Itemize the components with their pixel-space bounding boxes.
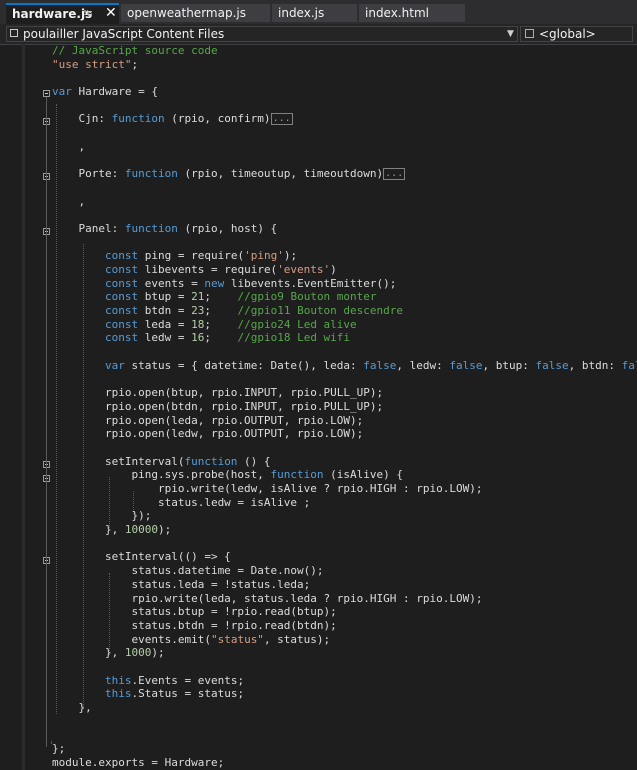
tab-label: index.html xyxy=(365,6,429,20)
code-line: setInterval(() => { xyxy=(52,550,231,564)
code-text: // JavaScript source code "use strict"; v… xyxy=(52,44,637,769)
code-line: const btdn = 23; //gpio11 Bouton descend… xyxy=(104,304,404,318)
code-line: status.leda = !status.leda; xyxy=(52,577,311,591)
code-line: }; xyxy=(52,742,66,756)
code-line: module.exports = Hardware; xyxy=(52,755,225,769)
code-line: status.btup = !rpio.read(btup); xyxy=(52,605,337,619)
code-line: var status = { datetime: Date(), leda: f… xyxy=(104,358,637,372)
tab-openweathermap-js[interactable]: openweathermap.js xyxy=(121,4,270,22)
chevron-down-icon[interactable]: ▼ xyxy=(507,27,514,41)
code-editor[interactable]: // JavaScript source code "use strict"; v… xyxy=(0,44,637,770)
code-line: rpio.write(ledw, isAlive ? rpio.HIGH : r… xyxy=(52,482,483,495)
code-line: , xyxy=(52,194,86,208)
code-line: this.Status = status; xyxy=(104,687,245,701)
tab-label: index.js xyxy=(278,6,325,20)
tab-hardware-js[interactable]: hardware.js ⭾ ✕ xyxy=(6,3,119,24)
pin-icon[interactable]: ⭾ xyxy=(84,5,92,23)
project-icon xyxy=(10,29,18,37)
tab-label: openweathermap.js xyxy=(127,6,246,20)
fold-toggle-icon[interactable] xyxy=(43,90,50,97)
code-line: }, xyxy=(52,701,92,714)
code-line: var Hardware = { xyxy=(52,85,158,99)
code-line: rpio.open(btdn, rpio.INPUT, rpio.PULL_UP… xyxy=(52,399,384,413)
code-line: rpio.open(leda, rpio.OUTPUT, rpio.LOW); xyxy=(52,413,364,427)
code-line: status.btdn = !rpio.read(btdn); xyxy=(52,618,337,632)
project-label: poulailler JavaScript Content Files xyxy=(23,27,225,41)
code-line: const libevents = require('events') xyxy=(104,263,337,276)
code-line: }, 10000); xyxy=(52,523,172,537)
code-line: const ping = require('ping'); xyxy=(104,249,298,263)
code-line: rpio.open(ledw, rpio.OUTPUT, rpio.LOW); xyxy=(52,427,364,441)
code-line: "use strict"; xyxy=(52,57,139,71)
tab-label: hardware.js xyxy=(12,7,93,21)
close-icon[interactable]: ✕ xyxy=(105,5,117,22)
code-line: status.ledw = isAlive ; xyxy=(52,495,311,509)
code-line: const ledw = 16; //gpio18 Led wifi xyxy=(104,331,351,345)
code-line: ping.sys.probe(host, function (isAlive) … xyxy=(52,468,404,482)
scope-dropdown[interactable]: <global> xyxy=(520,26,633,42)
code-line: rpio.open(btup, rpio.INPUT, rpio.PULL_UP… xyxy=(52,386,384,400)
tab-index-js[interactable]: index.js xyxy=(272,4,357,22)
code-line: Porte: function (rpio, timeoutup, timeou… xyxy=(52,167,406,181)
code-line: this.Events = events; xyxy=(104,673,245,687)
fold-guide xyxy=(46,97,47,747)
code-line: events.emit("status", status); xyxy=(52,632,331,646)
change-margin xyxy=(22,44,25,770)
scope-icon xyxy=(525,29,534,38)
code-line: rpio.write(leda, status.leda ? rpio.HIGH… xyxy=(52,591,483,605)
code-line: setInterval(function () { xyxy=(52,454,271,468)
code-line: const events = new libevents.EventEmitte… xyxy=(104,276,397,290)
code-line: Cjn: function (rpio, confirm)... xyxy=(52,112,293,126)
tab-index-html[interactable]: index.html xyxy=(359,4,465,22)
code-line: const btup = 21; //gpio9 Bouton monter xyxy=(104,290,377,304)
code-line: , xyxy=(52,139,86,153)
code-line: // JavaScript source code xyxy=(52,44,218,57)
code-line: }); xyxy=(52,509,152,523)
navigation-bar: poulailler JavaScript Content Files ▼ <g… xyxy=(0,24,637,45)
project-dropdown[interactable]: poulailler JavaScript Content Files ▼ xyxy=(6,26,518,42)
code-line: const leda = 18; //gpio24 Led alive xyxy=(104,317,357,331)
code-line: status.datetime = Date.now(); xyxy=(52,564,324,578)
document-tab-bar: hardware.js ⭾ ✕ openweathermap.js index.… xyxy=(0,0,637,24)
scope-label: <global> xyxy=(539,27,596,41)
code-line: }, 1000); xyxy=(52,646,165,660)
code-line: Panel: function (rpio, host) { xyxy=(52,221,278,235)
